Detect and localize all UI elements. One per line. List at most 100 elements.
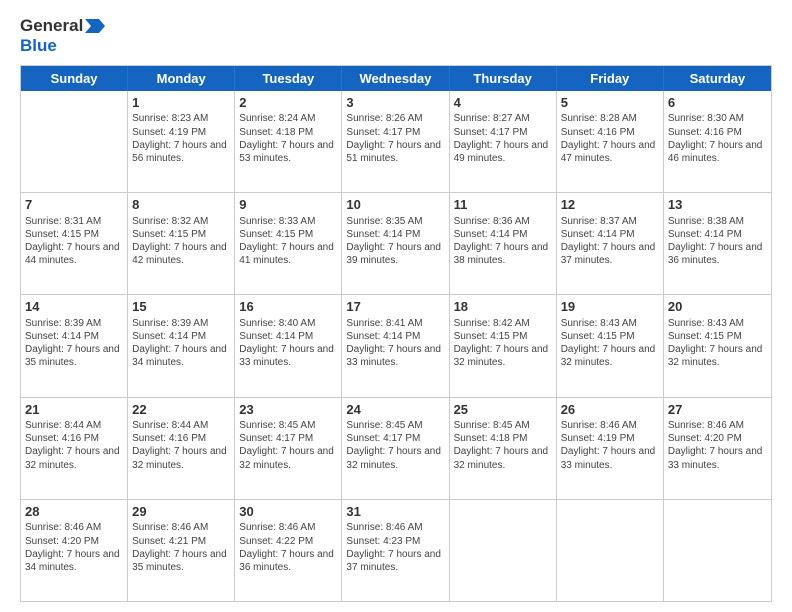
logo: General Blue [20, 16, 105, 57]
logo-blue-text: Blue [20, 36, 57, 56]
cal-cell [450, 500, 557, 601]
day-info: Sunrise: 8:45 AM Sunset: 4:18 PM Dayligh… [454, 419, 552, 472]
day-info: Sunrise: 8:23 AM Sunset: 4:19 PM Dayligh… [132, 112, 230, 165]
cal-cell: 31Sunrise: 8:46 AM Sunset: 4:23 PM Dayli… [342, 500, 449, 601]
day-info: Sunrise: 8:39 AM Sunset: 4:14 PM Dayligh… [132, 317, 230, 370]
header: General Blue [20, 16, 772, 57]
day-info: Sunrise: 8:30 AM Sunset: 4:16 PM Dayligh… [668, 112, 767, 165]
day-info: Sunrise: 8:27 AM Sunset: 4:17 PM Dayligh… [454, 112, 552, 165]
day-info: Sunrise: 8:44 AM Sunset: 4:16 PM Dayligh… [25, 419, 123, 472]
day-number: 24 [346, 401, 444, 419]
header-thursday: Thursday [450, 66, 557, 91]
calendar-header: SundayMondayTuesdayWednesdayThursdayFrid… [21, 66, 771, 91]
day-number: 4 [454, 94, 552, 112]
cal-cell: 2Sunrise: 8:24 AM Sunset: 4:18 PM Daylig… [235, 91, 342, 192]
calendar: SundayMondayTuesdayWednesdayThursdayFrid… [20, 65, 772, 602]
day-info: Sunrise: 8:24 AM Sunset: 4:18 PM Dayligh… [239, 112, 337, 165]
cal-cell: 3Sunrise: 8:26 AM Sunset: 4:17 PM Daylig… [342, 91, 449, 192]
day-number: 19 [561, 298, 659, 316]
cal-cell: 12Sunrise: 8:37 AM Sunset: 4:14 PM Dayli… [557, 193, 664, 294]
day-info: Sunrise: 8:43 AM Sunset: 4:15 PM Dayligh… [668, 317, 767, 370]
day-info: Sunrise: 8:26 AM Sunset: 4:17 PM Dayligh… [346, 112, 444, 165]
day-number: 21 [25, 401, 123, 419]
day-number: 18 [454, 298, 552, 316]
day-number: 2 [239, 94, 337, 112]
day-info: Sunrise: 8:46 AM Sunset: 4:22 PM Dayligh… [239, 521, 337, 574]
day-number: 17 [346, 298, 444, 316]
day-number: 16 [239, 298, 337, 316]
header-saturday: Saturday [664, 66, 771, 91]
day-number: 7 [25, 196, 123, 214]
week-row-1: 1Sunrise: 8:23 AM Sunset: 4:19 PM Daylig… [21, 91, 771, 193]
day-info: Sunrise: 8:33 AM Sunset: 4:15 PM Dayligh… [239, 215, 337, 268]
cal-cell: 28Sunrise: 8:46 AM Sunset: 4:20 PM Dayli… [21, 500, 128, 601]
cal-cell: 25Sunrise: 8:45 AM Sunset: 4:18 PM Dayli… [450, 398, 557, 499]
day-info: Sunrise: 8:45 AM Sunset: 4:17 PM Dayligh… [346, 419, 444, 472]
cal-cell: 15Sunrise: 8:39 AM Sunset: 4:14 PM Dayli… [128, 295, 235, 396]
day-number: 28 [25, 503, 123, 521]
cal-cell: 29Sunrise: 8:46 AM Sunset: 4:21 PM Dayli… [128, 500, 235, 601]
cal-cell: 19Sunrise: 8:43 AM Sunset: 4:15 PM Dayli… [557, 295, 664, 396]
cal-cell: 6Sunrise: 8:30 AM Sunset: 4:16 PM Daylig… [664, 91, 771, 192]
day-number: 15 [132, 298, 230, 316]
cal-cell: 10Sunrise: 8:35 AM Sunset: 4:14 PM Dayli… [342, 193, 449, 294]
day-info: Sunrise: 8:46 AM Sunset: 4:23 PM Dayligh… [346, 521, 444, 574]
cal-cell: 22Sunrise: 8:44 AM Sunset: 4:16 PM Dayli… [128, 398, 235, 499]
cal-cell: 26Sunrise: 8:46 AM Sunset: 4:19 PM Dayli… [557, 398, 664, 499]
day-info: Sunrise: 8:38 AM Sunset: 4:14 PM Dayligh… [668, 215, 767, 268]
day-info: Sunrise: 8:46 AM Sunset: 4:20 PM Dayligh… [25, 521, 123, 574]
day-info: Sunrise: 8:46 AM Sunset: 4:19 PM Dayligh… [561, 419, 659, 472]
day-number: 30 [239, 503, 337, 521]
day-info: Sunrise: 8:35 AM Sunset: 4:14 PM Dayligh… [346, 215, 444, 268]
day-number: 25 [454, 401, 552, 419]
day-number: 1 [132, 94, 230, 112]
cal-cell: 7Sunrise: 8:31 AM Sunset: 4:15 PM Daylig… [21, 193, 128, 294]
week-row-2: 7Sunrise: 8:31 AM Sunset: 4:15 PM Daylig… [21, 193, 771, 295]
header-wednesday: Wednesday [342, 66, 449, 91]
page: General Blue SundayMondayTuesdayWednesda… [0, 0, 792, 612]
day-number: 8 [132, 196, 230, 214]
cal-cell: 11Sunrise: 8:36 AM Sunset: 4:14 PM Dayli… [450, 193, 557, 294]
day-info: Sunrise: 8:37 AM Sunset: 4:14 PM Dayligh… [561, 215, 659, 268]
cal-cell: 27Sunrise: 8:46 AM Sunset: 4:20 PM Dayli… [664, 398, 771, 499]
day-info: Sunrise: 8:42 AM Sunset: 4:15 PM Dayligh… [454, 317, 552, 370]
cal-cell: 30Sunrise: 8:46 AM Sunset: 4:22 PM Dayli… [235, 500, 342, 601]
day-number: 3 [346, 94, 444, 112]
header-friday: Friday [557, 66, 664, 91]
day-info: Sunrise: 8:39 AM Sunset: 4:14 PM Dayligh… [25, 317, 123, 370]
cal-cell: 14Sunrise: 8:39 AM Sunset: 4:14 PM Dayli… [21, 295, 128, 396]
cal-cell: 5Sunrise: 8:28 AM Sunset: 4:16 PM Daylig… [557, 91, 664, 192]
day-number: 31 [346, 503, 444, 521]
day-number: 22 [132, 401, 230, 419]
day-info: Sunrise: 8:44 AM Sunset: 4:16 PM Dayligh… [132, 419, 230, 472]
day-info: Sunrise: 8:32 AM Sunset: 4:15 PM Dayligh… [132, 215, 230, 268]
day-number: 10 [346, 196, 444, 214]
cal-cell: 16Sunrise: 8:40 AM Sunset: 4:14 PM Dayli… [235, 295, 342, 396]
day-info: Sunrise: 8:45 AM Sunset: 4:17 PM Dayligh… [239, 419, 337, 472]
day-number: 5 [561, 94, 659, 112]
day-number: 27 [668, 401, 767, 419]
cal-cell: 13Sunrise: 8:38 AM Sunset: 4:14 PM Dayli… [664, 193, 771, 294]
day-number: 29 [132, 503, 230, 521]
day-info: Sunrise: 8:46 AM Sunset: 4:21 PM Dayligh… [132, 521, 230, 574]
week-row-5: 28Sunrise: 8:46 AM Sunset: 4:20 PM Dayli… [21, 500, 771, 601]
day-number: 11 [454, 196, 552, 214]
cal-cell: 1Sunrise: 8:23 AM Sunset: 4:19 PM Daylig… [128, 91, 235, 192]
week-row-3: 14Sunrise: 8:39 AM Sunset: 4:14 PM Dayli… [21, 295, 771, 397]
cal-cell: 23Sunrise: 8:45 AM Sunset: 4:17 PM Dayli… [235, 398, 342, 499]
day-number: 26 [561, 401, 659, 419]
logo-arrow-icon [85, 19, 105, 33]
day-number: 12 [561, 196, 659, 214]
cal-cell: 18Sunrise: 8:42 AM Sunset: 4:15 PM Dayli… [450, 295, 557, 396]
header-tuesday: Tuesday [235, 66, 342, 91]
header-sunday: Sunday [21, 66, 128, 91]
day-info: Sunrise: 8:46 AM Sunset: 4:20 PM Dayligh… [668, 419, 767, 472]
cal-cell: 8Sunrise: 8:32 AM Sunset: 4:15 PM Daylig… [128, 193, 235, 294]
logo-container: General Blue [20, 16, 105, 57]
day-number: 20 [668, 298, 767, 316]
day-number: 13 [668, 196, 767, 214]
cal-cell: 17Sunrise: 8:41 AM Sunset: 4:14 PM Dayli… [342, 295, 449, 396]
cal-cell: 9Sunrise: 8:33 AM Sunset: 4:15 PM Daylig… [235, 193, 342, 294]
cal-cell [557, 500, 664, 601]
cal-cell [21, 91, 128, 192]
